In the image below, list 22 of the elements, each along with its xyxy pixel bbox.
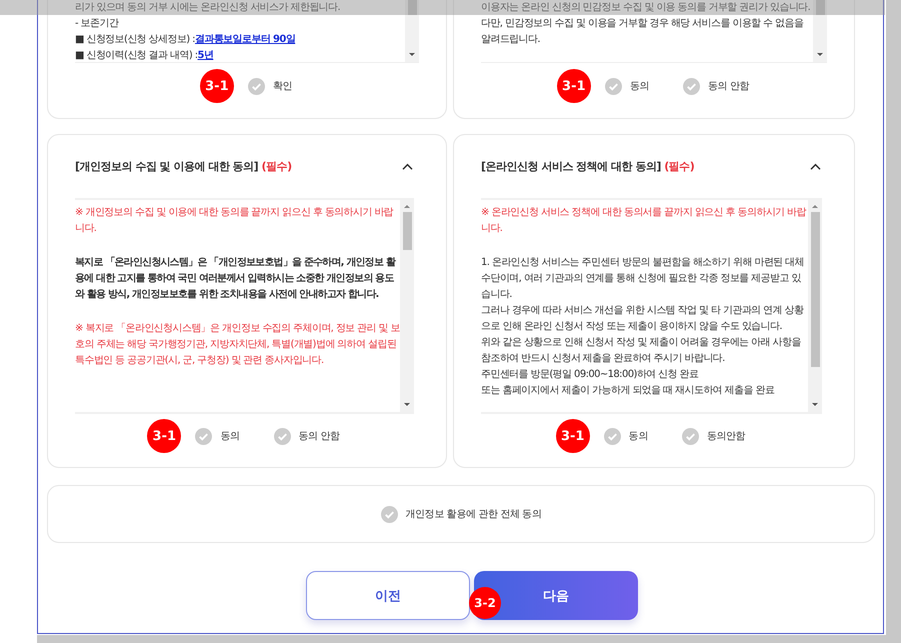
terms-text: 리가 있으며 동의 거부 시에는 온라인신청 서비스가 제한됩니다.	[75, 2, 340, 13]
terms-text: 그러나 경우에 따라 서비스 개선을 위한 시스템 작업 및 타 기관과의 연계 상황으로 인해 온라인 신청서 작성 또는 제출이 용이하지 않을 수도 있습니다.	[481, 304, 805, 334]
terms-text: 위와 같은 상황으로 인해 신청서 작성 및 제출이 어려울 경우에는 아래 사항을 참조하여 반드시 신청서 제출을 완료하여 주시기 바랍니다.	[481, 336, 802, 366]
terms-text: 다만, 민감정보의 수집 및 이용을 거부할 경우 해당 서비스를 이용할 수 없음을	[481, 18, 804, 29]
terms-text: 1. 온라인신청 서비스는 주민센터 방문의 불편함을 해소하기 위해 마련된 대체 수단이며, 여러 기관과의 연계를 통해 신청에 필요한 각종 정보를 제공받고 있습니다.	[481, 256, 805, 302]
terms-text: 또는 홈페이지에서 제출이 가능하게 되었을 때 재시도하여 제출을 완료	[481, 384, 776, 398]
retention-label: ■ 신청이력(신청 결과 내역) :	[75, 50, 198, 61]
step-badge: 3-1	[556, 69, 591, 103]
step-badge: 3-1	[556, 419, 590, 453]
terms-text: - 보존기간	[75, 18, 118, 29]
terms-text: ※ 복지로 「온라인신청시스템」은 개인정보 수집의 주체이며, 정보 관리 및 보호의 주체는 해당 국가행정기관, 지방자치단체, 특별(개별)법에 의하여 설립된 특수법인 등 공공기관(시, 군, 구청장) 및 관련 종사자입니다.	[75, 322, 400, 368]
terms-text: ※ 개인정보의 수집 및 이용에 대한 동의를 끝까지 읽으신 후 동의하시기 바랍니다.	[75, 206, 394, 236]
retention-label: ■ 신청정보(신청 상세정보) :	[75, 34, 195, 45]
terms-text: 주민센터를 방문(평일 09:00~18:00)하여 신청 완료	[481, 368, 700, 382]
terms-text: 이용자는 온라인 신청의 민감정보 수집 및 이용 동의를 거부할 권리가 있습니다.	[481, 2, 810, 13]
section-title: [온라인신청 서비스 정책에 대한 동의] (필수)	[481, 159, 694, 174]
step-badge: 3-1	[147, 419, 182, 453]
terms-text: 알려드립니다.	[481, 34, 540, 45]
terms-text: 복지로 「온라인신청시스템」은 「개인정보보호법」을 준수하며, 개인정보 활용에 대한 고지를 통하여 국민 여러분께서 입력하시는 소중한 개인정보의 용도와 활용 방식, 개인정보보호를 위한 조치내용을 사전에 안내하고자 합니다.	[75, 256, 397, 302]
terms-text: ※ 온라인신청 서비스 정책에 대한 동의서를 끝까지 읽으신 후 동의하시기 바랍니다.	[481, 206, 808, 236]
step-badge: 3-1	[200, 69, 234, 103]
section-title: [개인정보의 수집 및 이용에 대한 동의] (필수)	[75, 159, 292, 174]
